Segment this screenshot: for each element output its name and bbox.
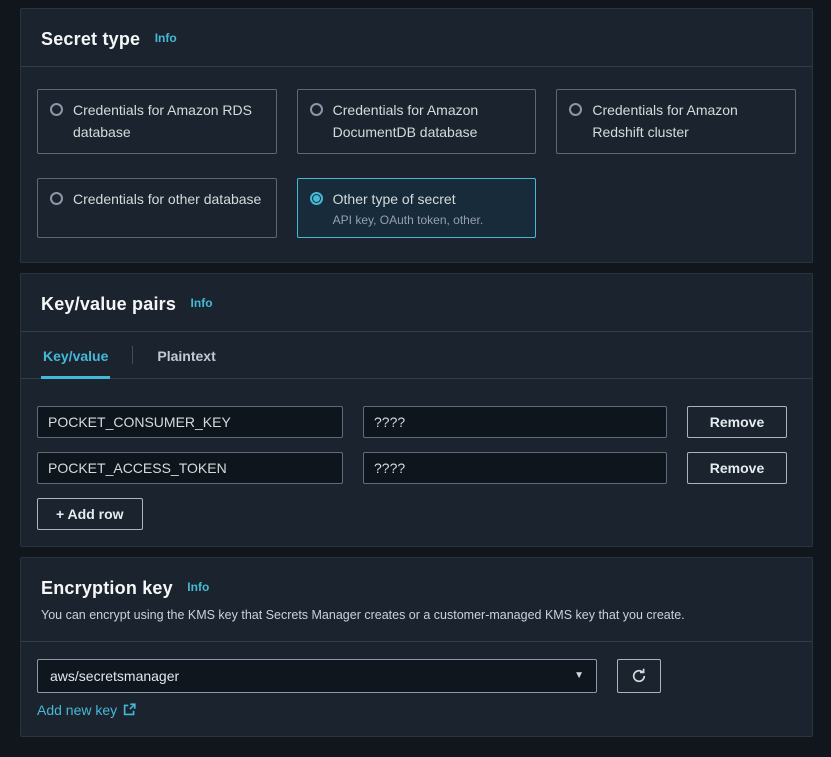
option-label: Credentials for Amazon DocumentDB databa…	[333, 100, 524, 143]
tab-key-value[interactable]: Key/value	[41, 332, 110, 378]
radio-icon	[310, 103, 323, 116]
encryption-key-info-link[interactable]: Info	[187, 580, 209, 594]
radio-icon	[50, 192, 63, 205]
refresh-button[interactable]	[617, 659, 661, 693]
key-value-body: Remove Remove + Add row	[21, 379, 812, 546]
secret-key-input[interactable]	[37, 452, 343, 484]
radio-icon	[569, 103, 582, 116]
option-label: Credentials for Amazon RDS database	[73, 100, 264, 143]
option-label: Credentials for Amazon Redshift cluster	[592, 100, 783, 143]
secret-type-options: Credentials for Amazon RDS database Cred…	[21, 67, 812, 262]
encryption-key-title: Encryption key	[41, 578, 173, 598]
add-new-key-label: Add new key	[37, 702, 117, 718]
secret-type-option-other-database[interactable]: Credentials for other database	[37, 178, 277, 238]
option-label: Other type of secret	[333, 191, 456, 207]
key-value-row: Remove	[37, 452, 796, 484]
key-value-row: Remove	[37, 406, 796, 438]
tab-divider	[132, 346, 133, 364]
radio-selected-icon	[310, 192, 323, 205]
chevron-down-icon: ▼	[574, 671, 584, 681]
key-value-pairs-panel: Key/value pairs Info Key/value Plaintext…	[20, 273, 813, 547]
external-link-icon	[123, 703, 136, 716]
secret-type-option-documentdb[interactable]: Credentials for Amazon DocumentDB databa…	[297, 89, 537, 154]
key-value-header: Key/value pairs Info	[21, 274, 812, 332]
encryption-key-header: Encryption key Info You can encrypt usin…	[21, 558, 812, 642]
encryption-key-description: You can encrypt using the KMS key that S…	[41, 607, 792, 625]
key-value-info-link[interactable]: Info	[191, 296, 213, 310]
option-description: API key, OAuth token, other.	[333, 213, 484, 227]
remove-row-button[interactable]: Remove	[687, 452, 787, 484]
secret-key-input[interactable]	[37, 406, 343, 438]
radio-icon	[50, 103, 63, 116]
secret-type-title: Secret type	[41, 29, 140, 49]
secret-value-input[interactable]	[363, 406, 667, 438]
key-value-title: Key/value pairs	[41, 294, 176, 314]
secret-type-option-other-secret[interactable]: Other type of secret API key, OAuth toke…	[297, 178, 537, 238]
key-value-tabs: Key/value Plaintext	[21, 332, 812, 379]
secret-value-input[interactable]	[363, 452, 667, 484]
encryption-key-panel: Encryption key Info You can encrypt usin…	[20, 557, 813, 737]
add-new-key-link[interactable]: Add new key	[37, 702, 136, 724]
secret-type-header: Secret type Info	[21, 9, 812, 67]
refresh-icon	[631, 668, 647, 684]
secret-type-option-rds[interactable]: Credentials for Amazon RDS database	[37, 89, 277, 154]
store-secret-page: Secret type Info Credentials for Amazon …	[0, 0, 831, 737]
encryption-key-body: aws/secretsmanager ▼ Add new key	[21, 642, 812, 736]
remove-row-button[interactable]: Remove	[687, 406, 787, 438]
option-label: Credentials for other database	[73, 189, 261, 211]
secret-type-info-link[interactable]: Info	[155, 31, 177, 45]
kms-key-select[interactable]: aws/secretsmanager ▼	[37, 659, 597, 693]
kms-key-selected-value: aws/secretsmanager	[50, 668, 179, 684]
add-row-button[interactable]: + Add row	[37, 498, 143, 530]
secret-type-option-redshift[interactable]: Credentials for Amazon Redshift cluster	[556, 89, 796, 154]
tab-plaintext[interactable]: Plaintext	[155, 332, 217, 378]
secret-type-panel: Secret type Info Credentials for Amazon …	[20, 8, 813, 263]
